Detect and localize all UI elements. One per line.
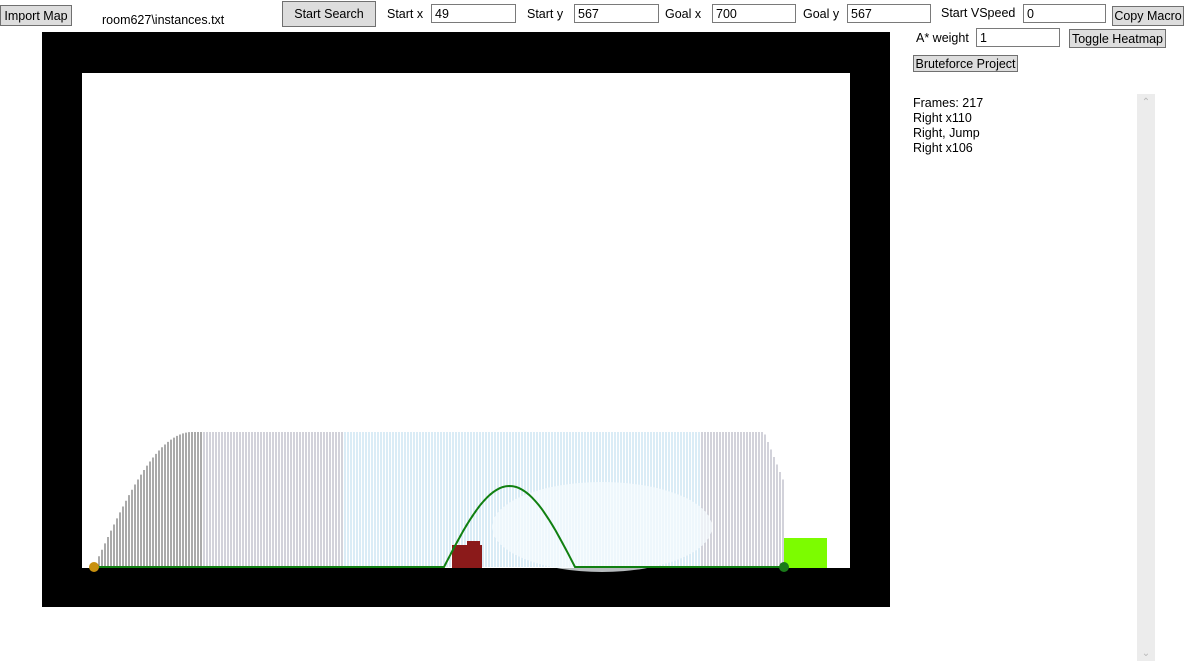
- obstacle-block: [452, 545, 482, 568]
- start-x-label: Start x: [387, 7, 424, 21]
- start-y-label: Start y: [527, 7, 564, 21]
- start-search-button[interactable]: Start Search: [282, 1, 376, 27]
- start-x-field[interactable]: [431, 4, 516, 23]
- bruteforce-project-button[interactable]: Bruteforce Project: [913, 55, 1018, 72]
- import-map-button[interactable]: Import Map: [0, 5, 72, 26]
- chevron-down-icon[interactable]: ⌄: [1137, 645, 1155, 661]
- chevron-up-icon[interactable]: ⌃: [1137, 94, 1155, 110]
- goal-x-field[interactable]: [712, 4, 796, 23]
- obstacle-block-top: [467, 541, 480, 547]
- start-marker: [89, 562, 99, 572]
- goal-zone: [784, 538, 827, 568]
- map-file-label: room627\instances.txt: [102, 13, 225, 27]
- goal-x-label: Goal x: [665, 7, 702, 21]
- start-y-field[interactable]: [574, 4, 659, 23]
- astar-weight-field[interactable]: [976, 28, 1060, 47]
- astar-weight-label: A* weight: [916, 31, 969, 45]
- output-scrollbar[interactable]: ⌃ ⌄: [1137, 94, 1155, 661]
- copy-macro-button[interactable]: Copy Macro: [1112, 6, 1184, 26]
- start-vspeed-field[interactable]: [1023, 4, 1106, 23]
- output-line: Right x110: [913, 111, 972, 125]
- goal-marker: [779, 562, 789, 572]
- toggle-heatmap-button[interactable]: Toggle Heatmap: [1069, 29, 1166, 48]
- start-vspeed-label: Start VSpeed: [941, 6, 1016, 20]
- output-line: Right, Jump: [913, 126, 980, 140]
- goal-y-label: Goal y: [803, 7, 840, 21]
- output-line: Frames: 217: [913, 96, 984, 110]
- map-canvas[interactable]: [42, 32, 890, 607]
- goal-y-field[interactable]: [847, 4, 931, 23]
- output-line: Right x106: [913, 141, 973, 155]
